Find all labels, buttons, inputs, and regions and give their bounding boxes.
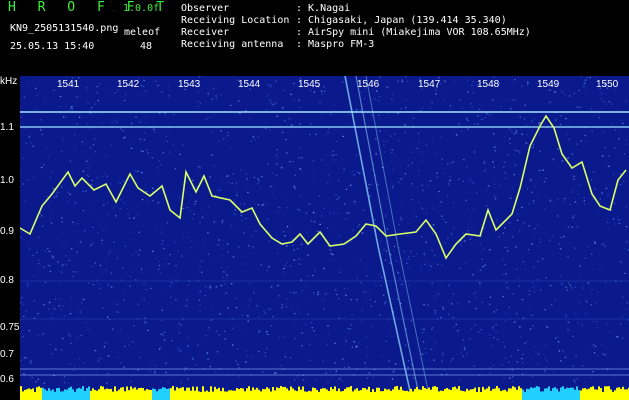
y-tick-0.9: 0.9 bbox=[0, 226, 14, 237]
receiver-label: Receiver bbox=[181, 27, 230, 38]
location-value: : Chigasaki, Japan (139.414 35.340) bbox=[296, 15, 507, 26]
meleo-label: meleof bbox=[124, 27, 161, 38]
antenna-value: : Maspro FM-3 bbox=[296, 39, 375, 50]
x-tick-1547: 1547 bbox=[418, 79, 441, 90]
y-tick-1.0: 1.0 bbox=[0, 175, 14, 186]
observer-value: : K.Nagai bbox=[296, 3, 351, 14]
y-tick-0.75: 0.75 bbox=[0, 322, 20, 333]
x-tick-1545: 1545 bbox=[298, 79, 321, 90]
y-axis-unit: kHz bbox=[0, 76, 18, 87]
antenna-label: Receiving antenna bbox=[181, 39, 284, 50]
observer-label: Observer bbox=[181, 3, 230, 14]
meleo-value: 48 bbox=[140, 41, 153, 52]
x-tick-1541: 1541 bbox=[57, 79, 80, 90]
x-tick-1546: 1546 bbox=[357, 79, 380, 90]
file-name: KN9_2505131540.png bbox=[10, 23, 119, 34]
x-tick-1549: 1549 bbox=[537, 79, 560, 90]
x-tick-1544: 1544 bbox=[238, 79, 261, 90]
x-tick-1548: 1548 bbox=[477, 79, 500, 90]
y-tick-1.1: 1.1 bbox=[0, 122, 14, 133]
receiver-value: : AirSpy mini (Miakejima VOR 108.65MHz) bbox=[296, 27, 531, 38]
header-panel: H R O F F T 1.0.0f KN9_2505131540.png 25… bbox=[0, 0, 629, 76]
x-tick-1543: 1543 bbox=[178, 79, 201, 90]
app-version: 1.0.0f bbox=[123, 3, 160, 14]
x-tick-1550: 1550 bbox=[596, 79, 619, 90]
spectrogram-plot bbox=[20, 76, 629, 400]
date-time: 25.05.13 15:40 bbox=[10, 41, 95, 52]
x-tick-1542: 1542 bbox=[117, 79, 140, 90]
y-tick-0.8: 0.8 bbox=[0, 275, 14, 286]
y-tick-0.6: 0.6 bbox=[0, 374, 14, 385]
location-label: Receiving Location bbox=[181, 15, 290, 26]
y-tick-0.7: 0.7 bbox=[0, 349, 14, 360]
